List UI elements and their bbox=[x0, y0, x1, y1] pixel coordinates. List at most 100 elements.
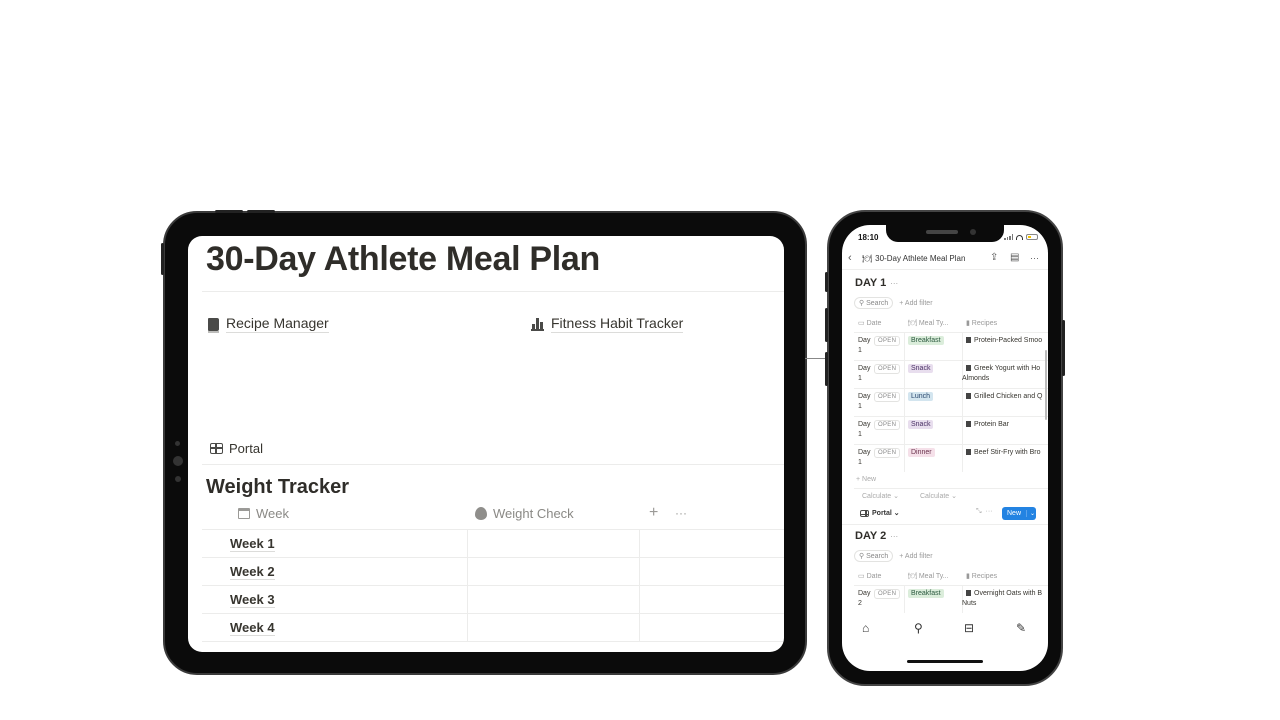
open-button[interactable]: OPEN bbox=[874, 392, 901, 402]
search-button[interactable]: ⚲ Search bbox=[854, 550, 894, 562]
column-divider bbox=[467, 529, 468, 641]
recipe-link[interactable]: Overnight Oats with B Nuts bbox=[962, 589, 1042, 609]
more-icon[interactable]: ··· bbox=[890, 279, 898, 288]
fitness-habit-tracker-link[interactable]: Fitness Habit Tracker bbox=[531, 315, 684, 333]
divider bbox=[202, 641, 784, 642]
calculate-date[interactable]: Calculate ⌄ bbox=[862, 492, 899, 500]
page-icon bbox=[966, 449, 971, 455]
add-filter-button[interactable]: + Add filter bbox=[899, 300, 932, 307]
table-row[interactable]: Day 1 OPEN Dinner Beef Stir-Fry with Bro bbox=[854, 444, 1048, 472]
new-button[interactable]: New ⌄ bbox=[1002, 507, 1036, 520]
new-row-button[interactable]: + New bbox=[856, 476, 876, 483]
meal-type-tag[interactable]: Lunch bbox=[908, 392, 934, 401]
inbox-icon[interactable]: ⊟ bbox=[964, 621, 974, 635]
divider bbox=[202, 464, 784, 465]
table-row[interactable]: Week 2 bbox=[202, 557, 784, 585]
open-button[interactable]: OPEN bbox=[874, 364, 901, 374]
open-button[interactable]: OPEN bbox=[874, 420, 901, 430]
column-header-week[interactable]: Week bbox=[238, 506, 289, 521]
column-recipes[interactable]: ▮ Recipes bbox=[966, 572, 997, 580]
page-title: 30-Day Athlete Meal Plan bbox=[206, 240, 601, 278]
calendar-icon bbox=[238, 508, 250, 519]
portal-view-tab[interactable]: Portal bbox=[210, 441, 263, 456]
comments-button[interactable]: ▤ bbox=[1010, 252, 1019, 263]
table-row[interactable]: Day 2 OPEN Breakfast Overnight Oats with B Nu… bbox=[854, 585, 1048, 613]
table-row[interactable]: Week 3 bbox=[202, 585, 784, 613]
table-row[interactable]: Day 1 OPEN Breakfast Protein-Packed Smoo bbox=[854, 332, 1048, 360]
signal-icon bbox=[1004, 234, 1013, 240]
column-meal-type[interactable]: 🍽 Meal Ty... bbox=[908, 572, 966, 580]
table-row[interactable]: Day 1 OPEN Lunch Grilled Chicken and Q bbox=[854, 388, 1048, 416]
home-indicator bbox=[907, 660, 983, 663]
search-button[interactable]: ⚲ Search bbox=[854, 297, 894, 309]
day-2-title: DAY 2 ··· bbox=[855, 530, 898, 542]
ipad-sensor bbox=[175, 441, 180, 446]
recipe-link[interactable]: Grilled Chicken and Q bbox=[966, 392, 1042, 402]
chevron-down-icon[interactable]: ⌄ bbox=[1026, 510, 1035, 517]
meal-type-tag[interactable]: Snack bbox=[908, 420, 934, 429]
day-title-label: DAY 2 bbox=[855, 530, 887, 542]
column-label: Weight Check bbox=[493, 506, 574, 521]
iphone-side-button bbox=[825, 308, 828, 342]
open-button[interactable]: OPEN bbox=[874, 589, 901, 599]
meal-type-tag[interactable]: Snack bbox=[908, 364, 934, 373]
meal-type-tag[interactable]: Breakfast bbox=[908, 589, 944, 598]
column-meal-type[interactable]: 🍽 Meal Ty... bbox=[908, 319, 966, 327]
more-icon[interactable]: ··· bbox=[890, 532, 898, 541]
column-divider bbox=[962, 445, 963, 472]
table-row[interactable]: Week 4 bbox=[202, 613, 784, 641]
search-icon[interactable]: ⚲ bbox=[914, 621, 923, 635]
week-cell: Week 2 bbox=[230, 564, 275, 580]
column-date[interactable]: ▭ Date bbox=[858, 319, 908, 327]
recipe-link[interactable]: Greek Yogurt with Ho Almonds bbox=[962, 364, 1041, 384]
more-options-button[interactable]: ··· bbox=[675, 506, 687, 520]
recipe-link[interactable]: Beef Stir-Fry with Bro bbox=[966, 448, 1041, 458]
link-label: Recipe Manager bbox=[226, 315, 329, 333]
open-button[interactable]: OPEN bbox=[874, 336, 901, 346]
recipe-label: Protein Bar bbox=[974, 421, 1010, 428]
table-row[interactable]: Week 1 bbox=[202, 529, 784, 557]
date-cell: Day 1 bbox=[858, 365, 871, 382]
column-header-weight-check[interactable]: Weight Check bbox=[475, 506, 574, 521]
table-row[interactable]: Day 1 OPEN Snack Greek Yogurt with Ho Almonds bbox=[854, 360, 1048, 388]
share-button[interactable]: ⇪ bbox=[990, 252, 998, 263]
back-button[interactable]: ‹ bbox=[848, 252, 852, 264]
ipad-screen: 30-Day Athlete Meal Plan Recipe Manager … bbox=[188, 236, 784, 652]
calculate-meal-type[interactable]: Calculate ⌄ bbox=[920, 492, 957, 500]
expand-icon[interactable]: ⤡ ··· bbox=[976, 508, 992, 516]
column-label: Date bbox=[866, 320, 882, 327]
scrollbar[interactable] bbox=[1045, 350, 1047, 420]
compose-icon[interactable]: ✎ bbox=[1016, 621, 1026, 635]
recipe-label-cont: Almonds bbox=[962, 375, 990, 382]
column-label: Meal Ty... bbox=[918, 573, 949, 580]
meal-type-tag[interactable]: Breakfast bbox=[908, 336, 944, 345]
home-icon[interactable]: ⌂ bbox=[862, 621, 869, 635]
divider bbox=[842, 524, 1048, 525]
recipe-label: Greek Yogurt with Ho bbox=[974, 365, 1041, 372]
ipad-side-button bbox=[161, 243, 164, 275]
recipe-label: Grilled Chicken and Q bbox=[974, 393, 1043, 400]
add-column-button[interactable]: + bbox=[649, 504, 658, 522]
meal-type-tag[interactable]: Dinner bbox=[908, 448, 935, 457]
divider bbox=[842, 269, 1048, 270]
date-cell: Day2 bbox=[858, 590, 871, 607]
recipe-manager-link[interactable]: Recipe Manager bbox=[208, 315, 329, 333]
add-filter-button[interactable]: + Add filter bbox=[899, 553, 932, 560]
day-1-toolbar: ⚲ Search + Add filter bbox=[854, 297, 933, 309]
recipe-link[interactable]: Protein Bar bbox=[966, 420, 1009, 430]
page-icon bbox=[966, 590, 971, 596]
day-1-columns: ▭ Date 🍽 Meal Ty... ▮ Recipes bbox=[858, 319, 1048, 327]
more-button[interactable]: ··· bbox=[1030, 253, 1039, 263]
nav-title[interactable]: 🍽 30-Day Athlete Meal Plan bbox=[862, 254, 965, 263]
table-row[interactable]: Day 1 OPEN Snack Protein Bar bbox=[854, 416, 1048, 444]
column-divider bbox=[904, 333, 905, 360]
column-recipes[interactable]: ▮ Recipes bbox=[966, 319, 997, 327]
open-button[interactable]: OPEN bbox=[874, 448, 901, 458]
notch bbox=[886, 225, 1004, 242]
portal-view-button[interactable]: Portal ⌄ bbox=[860, 509, 900, 517]
fire-icon bbox=[475, 507, 487, 520]
column-date[interactable]: ▭ Date bbox=[858, 572, 908, 580]
date-cell: Day 1 bbox=[858, 393, 871, 410]
portal-bar: Portal ⌄ ⤡ ··· New ⌄ bbox=[842, 506, 1048, 522]
recipe-link[interactable]: Protein-Packed Smoo bbox=[966, 336, 1042, 346]
